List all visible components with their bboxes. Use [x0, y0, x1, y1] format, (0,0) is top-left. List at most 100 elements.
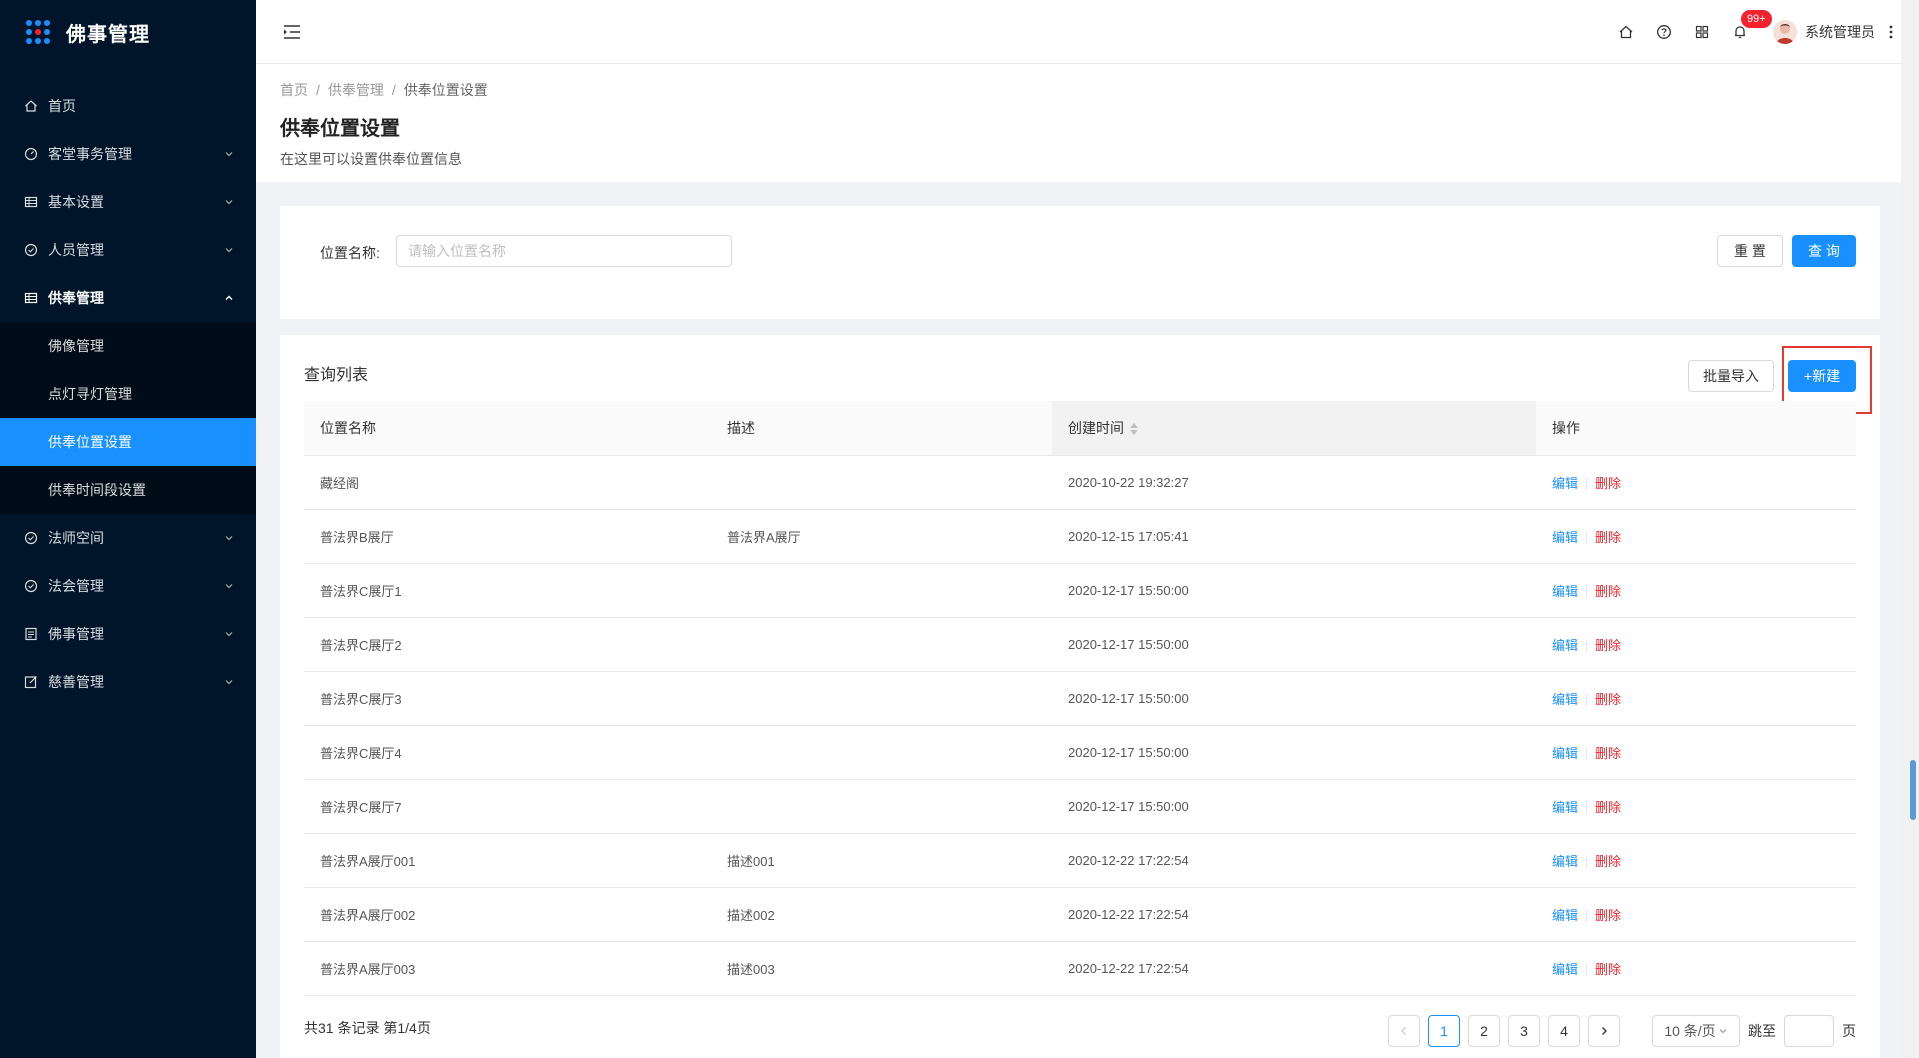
delete-link[interactable]: 删除: [1595, 962, 1621, 977]
delete-link[interactable]: 删除: [1595, 530, 1621, 545]
action-divider: [1586, 964, 1588, 977]
sort-icon[interactable]: [1130, 422, 1138, 436]
logo[interactable]: 佛事管理: [0, 0, 256, 64]
delete-link[interactable]: 删除: [1595, 476, 1621, 491]
delete-link[interactable]: 删除: [1595, 638, 1621, 653]
edit-link[interactable]: 编辑: [1552, 854, 1578, 869]
edit-link[interactable]: 编辑: [1552, 908, 1578, 923]
edit-link[interactable]: 编辑: [1552, 692, 1578, 707]
page-1[interactable]: 1: [1428, 1015, 1460, 1047]
sidebar-item-label: 点灯寻灯管理: [48, 386, 132, 402]
sidebar-subitem-lamps[interactable]: 点灯寻灯管理: [0, 370, 256, 418]
help-icon[interactable]: [1645, 0, 1683, 64]
sidebar-item-charity[interactable]: 慈善管理: [0, 658, 256, 706]
sidebar-item-label: 佛事管理: [48, 626, 104, 642]
prev-page-button[interactable]: [1388, 1015, 1420, 1047]
edit-link[interactable]: 编辑: [1552, 800, 1578, 815]
edit-link[interactable]: 编辑: [1552, 530, 1578, 545]
sidebar-item-label: 基本设置: [48, 194, 104, 210]
reset-button[interactable]: 重 置: [1717, 235, 1783, 267]
delete-link[interactable]: 删除: [1595, 908, 1621, 923]
sidebar-item-master-space[interactable]: 法师空间: [0, 514, 256, 562]
position-name-input[interactable]: [396, 235, 732, 267]
breadcrumb-separator: /: [391, 82, 396, 98]
next-page-button[interactable]: [1588, 1015, 1620, 1047]
table-row: 普法界B展厅 普法界A展厅 2020-12-15 17:05:41 编辑 删除: [304, 509, 1856, 564]
column-header-actions: 操作: [1536, 401, 1856, 456]
breadcrumb-current: 供奉位置设置: [403, 82, 488, 98]
form-icon: [24, 675, 38, 689]
edit-link[interactable]: 编辑: [1552, 584, 1578, 599]
sidebar-item-offerings[interactable]: 供奉管理: [0, 274, 256, 322]
action-divider: [1586, 802, 1588, 815]
page-3[interactable]: 3: [1508, 1015, 1540, 1047]
sidebar-item-guest-hall[interactable]: 客堂事务管理: [0, 130, 256, 178]
delete-link[interactable]: 删除: [1595, 854, 1621, 869]
sidebar: 佛事管理 首页 客堂事务管理 基本设置 人员管理 供奉管理 佛像管理 点灯寻灯管…: [0, 0, 256, 1058]
home-icon[interactable]: [1607, 0, 1645, 64]
list-title: 查询列表: [304, 367, 369, 384]
edit-link[interactable]: 编辑: [1552, 638, 1578, 653]
dashboard-icon: [24, 147, 38, 161]
scrollbar-thumb[interactable]: [1910, 760, 1916, 820]
cell-description: 描述001: [711, 833, 1052, 888]
action-divider: [1586, 640, 1588, 653]
sidebar-item-personnel[interactable]: 人员管理: [0, 226, 256, 274]
breadcrumb-home[interactable]: 首页: [280, 80, 308, 100]
delete-link[interactable]: 删除: [1595, 584, 1621, 599]
cell-description: [711, 563, 1052, 618]
appstore-icon[interactable]: [1683, 0, 1721, 64]
cell-actions: 编辑 删除: [1536, 509, 1856, 564]
cell-position-name: 藏经阁: [304, 455, 711, 510]
sidebar-item-basic-settings[interactable]: 基本设置: [0, 178, 256, 226]
page-2[interactable]: 2: [1468, 1015, 1500, 1047]
chevron-down-icon: [222, 579, 236, 593]
pagination: 1 2 3 4 10 条/页 跳至 页: [1380, 1015, 1856, 1047]
vertical-scrollbar[interactable]: [1901, 0, 1919, 1058]
avatar[interactable]: [1773, 20, 1797, 44]
table-row: 普法界C展厅4 2020-12-17 15:50:00 编辑 删除: [304, 725, 1856, 780]
search-card: 位置名称: 重 置 查 询: [280, 206, 1880, 319]
chevron-down-icon: [222, 531, 236, 545]
cell-actions: 编辑 删除: [1536, 617, 1856, 672]
cell-actions: 编辑 删除: [1536, 833, 1856, 888]
delete-link[interactable]: 删除: [1595, 800, 1621, 815]
user-name[interactable]: 系统管理员: [1805, 22, 1875, 42]
sidebar-subitem-offering-positions[interactable]: 供奉位置设置: [0, 418, 256, 466]
table-row: 普法界A展厅001 描述001 2020-12-22 17:22:54 编辑 删除: [304, 833, 1856, 888]
cell-created-time: 2020-12-17 15:50:00: [1052, 725, 1536, 780]
page-4[interactable]: 4: [1548, 1015, 1580, 1047]
breadcrumb-offerings[interactable]: 供奉管理: [328, 80, 384, 100]
sidebar-menu: 首页 客堂事务管理 基本设置 人员管理 供奉管理 佛像管理 点灯寻灯管理 供奉位…: [0, 82, 256, 706]
table-row: 普法界C展厅2 2020-12-17 15:50:00 编辑 删除: [304, 617, 1856, 672]
top-header: 99+ 系统管理员: [256, 0, 1901, 64]
sidebar-item-buddhist-affairs[interactable]: 佛事管理: [0, 610, 256, 658]
action-divider: [1586, 856, 1588, 869]
cell-created-time: 2020-12-17 15:50:00: [1052, 671, 1536, 726]
column-header-created-time[interactable]: 创建时间: [1052, 401, 1536, 456]
table-row: 普法界A展厅003 描述003 2020-12-22 17:22:54 编辑 删除: [304, 941, 1856, 996]
jump-page-input[interactable]: [1784, 1015, 1834, 1047]
cell-position-name: 普法界C展厅1: [304, 563, 711, 618]
sidebar-subitem-offering-time-slots[interactable]: 供奉时间段设置: [0, 466, 256, 514]
cell-position-name: 普法界A展厅001: [304, 833, 711, 888]
home-icon: [24, 99, 38, 113]
menu-fold-icon[interactable]: [280, 20, 304, 44]
cell-description: 普法界A展厅: [711, 509, 1052, 564]
delete-link[interactable]: 删除: [1595, 692, 1621, 707]
notification-bell-icon[interactable]: 99+: [1721, 0, 1772, 64]
query-button[interactable]: 查 询: [1792, 235, 1856, 267]
sidebar-subitem-buddha-statues[interactable]: 佛像管理: [0, 322, 256, 370]
cell-created-time: 2020-12-22 17:22:54: [1052, 941, 1536, 996]
edit-link[interactable]: 编辑: [1552, 962, 1578, 977]
edit-link[interactable]: 编辑: [1552, 746, 1578, 761]
edit-link[interactable]: 编辑: [1552, 476, 1578, 491]
more-vertical-icon[interactable]: [1881, 0, 1901, 64]
delete-link[interactable]: 删除: [1595, 746, 1621, 761]
page-size-select[interactable]: 10 条/页: [1652, 1015, 1740, 1047]
sidebar-item-label: 供奉时间段设置: [48, 482, 146, 498]
table-row: 普法界C展厅1 2020-12-17 15:50:00 编辑 删除: [304, 563, 1856, 618]
sidebar-item-dharma-assembly[interactable]: 法会管理: [0, 562, 256, 610]
sidebar-item-home[interactable]: 首页: [0, 82, 256, 130]
batch-import-button[interactable]: 批量导入: [1688, 360, 1774, 392]
